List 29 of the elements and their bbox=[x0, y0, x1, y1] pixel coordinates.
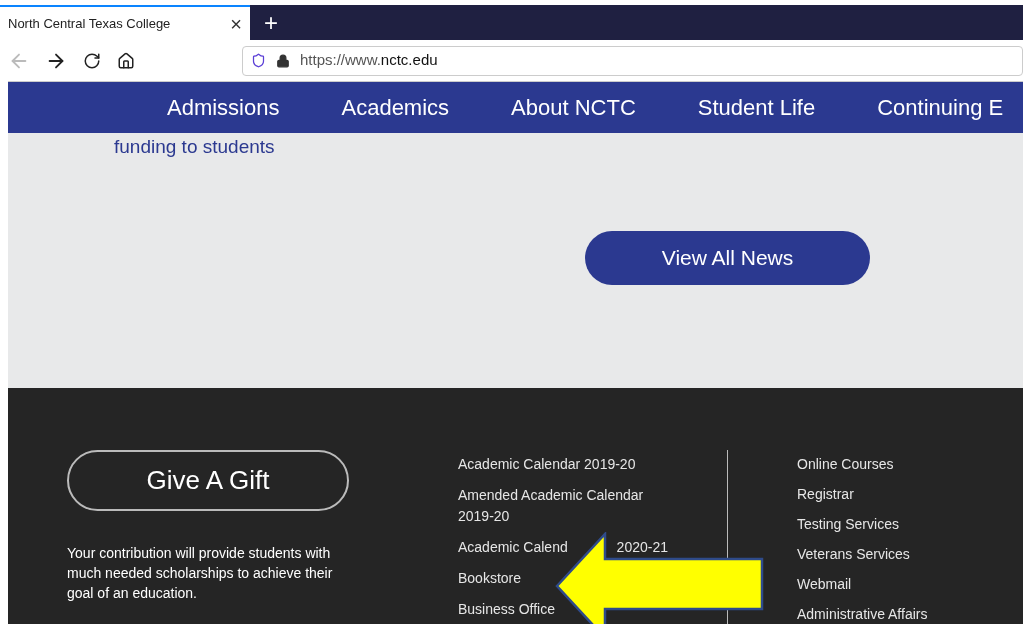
new-tab-button[interactable]: + bbox=[264, 4, 278, 41]
reload-icon[interactable] bbox=[83, 51, 101, 70]
footer-link[interactable]: 2020-21 bbox=[616, 537, 668, 558]
lock-icon bbox=[276, 53, 290, 68]
news-text[interactable]: funding to students bbox=[114, 133, 275, 162]
footer-link[interactable]: Webmail bbox=[797, 574, 928, 595]
nav-link[interactable]: Admissions bbox=[167, 91, 280, 124]
footer-link[interactable]: Academic Calend bbox=[458, 537, 568, 558]
browser-tab[interactable]: North Central Texas College × bbox=[0, 5, 250, 40]
footer-link[interactable]: Bookstore bbox=[458, 568, 522, 589]
gift-description: Your contribution will provide students with much needed scholarships to achieve their goal of an education. bbox=[67, 544, 334, 603]
footer-link[interactable]: Veterans Services bbox=[797, 544, 928, 565]
home-icon[interactable] bbox=[117, 51, 135, 70]
nav-link[interactable]: Continuing E bbox=[877, 91, 1004, 124]
footer-link[interactable]: Business Office bbox=[458, 599, 555, 620]
nav-link[interactable]: Academics bbox=[341, 91, 450, 124]
footer-link[interactable]: Online Courses bbox=[797, 454, 928, 475]
footer-link[interactable]: Testing Services bbox=[797, 514, 928, 535]
nav-link[interactable]: Student Life bbox=[697, 91, 816, 124]
shield-icon bbox=[251, 53, 266, 68]
footer-link[interactable]: Amended Academic Calendar 2019-20 bbox=[458, 485, 668, 527]
footer-link[interactable]: Registrar bbox=[797, 484, 928, 505]
address-bar[interactable]: https://www.nctc.edu bbox=[242, 45, 1023, 76]
view-all-news-button[interactable]: View All News bbox=[585, 231, 870, 285]
give-a-gift-button[interactable]: Give A Gift bbox=[67, 450, 349, 511]
footer-link[interactable]: Administrative Affairs bbox=[797, 604, 928, 624]
footer-link[interactable]: Academic Calendar 2019-20 bbox=[458, 454, 636, 475]
close-tab-button[interactable]: × bbox=[230, 8, 242, 39]
nav-link[interactable]: About NCTC bbox=[511, 91, 636, 124]
